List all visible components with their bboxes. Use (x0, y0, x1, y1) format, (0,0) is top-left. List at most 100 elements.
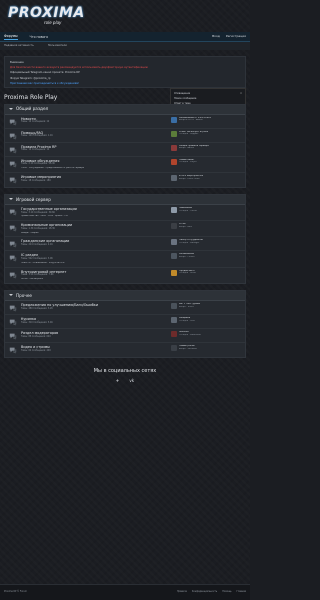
forum-node[interactable]: Игровые мероприятия Темы: 18 Сообщения: 1… (5, 173, 245, 187)
category-header[interactable]: Игровой сервер (5, 194, 245, 205)
category-header[interactable]: Общий раздел (5, 104, 245, 115)
node-last-post[interactable]: Объявление Вчера · Citizen (171, 253, 241, 260)
forum-category: Прочее Предложения по улучшению/Баги/Ошиб… (4, 289, 246, 358)
collapse-icon[interactable] (9, 108, 13, 110)
top-navigation: Форумы Что нового Вход Регистрация (0, 32, 250, 42)
forum-node[interactable]: Новости Темы: 12 Сообщения: 12 Обновление … (5, 115, 245, 129)
last-post-meta: Сегодня · User (179, 319, 195, 322)
node-last-post[interactable]: Общение Сегодня · User (171, 316, 241, 323)
forum-node[interactable]: Криминальные организации Темы: 1.3K Сообщ… (5, 221, 245, 238)
node-last-post[interactable]: Набор сотрудников Сегодня · Manager (171, 239, 241, 246)
footer-link[interactable]: Помощь (222, 590, 231, 594)
last-post-info: Заявление Сегодня · Officer (179, 207, 197, 212)
node-main: Игровые мероприятия Темы: 18 Сообщения: 1… (21, 175, 171, 184)
last-post-info: Отчёт Вчера · Boss (179, 223, 192, 228)
last-post-meta: Сегодня · Support (179, 133, 199, 136)
node-stats: Темы: 1.3K Сообщения: 18.3K (21, 226, 55, 230)
node-subforums[interactable]: Social · Marketplace (21, 278, 171, 281)
node-last-post[interactable]: Отчёт Вчера · Boss (171, 223, 241, 229)
node-last-post[interactable]: Заявление Сегодня · Officer (171, 206, 241, 213)
subnav-recent-activity[interactable]: Недавняя активность (4, 44, 34, 47)
category-header[interactable]: Прочее (5, 290, 245, 301)
node-main: IC раздел Темы: 542 Сообщения: 3.9K Новост… (21, 253, 171, 264)
avatar[interactable] (171, 330, 177, 337)
forum-node[interactable]: Курилка Темы: 310 Сообщения: 5.4K Общение С… (5, 315, 245, 329)
tab-forums[interactable]: Форумы (4, 34, 18, 40)
node-stats: Темы: 3.1K Сообщения: 39.6K (21, 210, 55, 214)
forum-icon (9, 133, 17, 140)
forum-node[interactable]: Внутриигровой интернет Темы: 1.1K Сообщен… (5, 268, 245, 283)
forum-node[interactable]: Раздел модераторов Темы: 88 Сообщения: 64… (5, 329, 245, 343)
avatar[interactable] (171, 253, 177, 260)
notice-security-line: Для безопасности вашего аккаунта рекомен… (10, 66, 148, 70)
node-stats: Темы: 1.1K Сообщения: 7.6K (21, 273, 54, 277)
forum-node[interactable]: Гражданские организации Темы: 214 Сообщен… (5, 237, 245, 252)
forum-node[interactable]: Помощь/FAQ Темы: 120 Сообщения: 1.1K Ответ… (5, 129, 245, 143)
node-last-post[interactable]: Новый ролик Вчера · Streamer (171, 344, 241, 351)
forum-icon (9, 119, 17, 126)
avatar[interactable] (171, 344, 177, 351)
avatar[interactable] (171, 144, 177, 151)
node-stats: Темы: 12 Сообщения: 12 (21, 120, 50, 124)
node-last-post[interactable]: Продам авто Сегодня · Seller (171, 269, 241, 276)
node-last-post[interactable]: Баг с текстурами Вчера · Tester (171, 302, 241, 309)
avatar[interactable] (171, 206, 177, 213)
forum-icon (9, 241, 17, 248)
last-post-meta: Вчера · Admin (179, 147, 195, 150)
avatar[interactable] (171, 269, 177, 276)
header-logo-area: PROXIMA role play (0, 0, 250, 32)
notice-telegram-line[interactable]: Официальный Telegram-канал проекта: Prox… (10, 71, 240, 74)
social-icons: ✈ vk (4, 378, 246, 383)
category-title: Игровой сервер (16, 196, 51, 202)
avatar[interactable] (171, 223, 177, 229)
site-logo-sub: role play (44, 20, 62, 25)
avatar[interactable] (171, 239, 177, 246)
node-subforums[interactable]: Новости · Объявления · Форум штата (21, 262, 171, 265)
footer-link[interactable]: Главная (237, 590, 246, 594)
forum-node[interactable]: Видео и стримы Темы: 64 Сообщения: 400 Нов… (5, 343, 245, 357)
avatar[interactable] (171, 130, 177, 137)
login-link[interactable]: Вход (212, 34, 220, 39)
node-main: Курилка Темы: 310 Сообщения: 5.4K (21, 317, 171, 326)
forum-icon (9, 319, 17, 326)
forum-node[interactable]: Правила Proxima RP Темы: 14 Сообщения: 14… (5, 143, 245, 157)
node-last-post[interactable]: Ответ на вопрос игрока Сегодня · Support (171, 130, 241, 137)
forum-node[interactable]: Предложения по улучшению/Баги/Ошибки Темы… (5, 301, 245, 315)
node-last-post[interactable]: Новый ивент Сегодня · Player (171, 158, 241, 165)
node-main: Правила Proxima RP Темы: 14 Сообщения: 14 (21, 145, 171, 154)
footer-link[interactable]: Конфиденциальность (192, 590, 217, 594)
node-last-post[interactable]: Общие правила сервера Вчера · Admin (171, 144, 241, 151)
node-subforums[interactable]: Правительство · LSPD · EMS · Армия · FIB (21, 215, 171, 218)
node-subforums[interactable]: Банды · Мафии (21, 232, 171, 235)
forum-icon (9, 177, 17, 184)
avatar[interactable] (171, 316, 177, 323)
vk-icon[interactable]: vk (129, 378, 134, 383)
avatar[interactable] (171, 174, 177, 181)
avatar[interactable] (171, 302, 177, 309)
register-link[interactable]: Регистрация (226, 34, 246, 39)
telegram-icon[interactable]: ✈ (116, 378, 119, 383)
forum-node[interactable]: IC раздел Темы: 542 Сообщения: 3.9K Новост… (5, 251, 245, 268)
footer-link[interactable]: Правила (177, 590, 187, 594)
forum-icon (9, 225, 17, 232)
forum-node[interactable]: Игровые обсуждения Темы: 2.1K Сообщения: … (5, 157, 245, 173)
tab-whats-new[interactable]: Что нового (30, 35, 49, 39)
node-subforums[interactable]: Flood · Обсуждения · Предложения по рабо… (21, 167, 171, 170)
node-last-post[interactable]: Жалоба Сегодня · Moderator (171, 330, 241, 337)
notice-telegram-forum-line[interactable]: Форум Telegram: @proxima_rp (10, 77, 240, 80)
last-post-meta: Сегодня · Officer (179, 209, 198, 212)
forum-icon (9, 255, 17, 262)
subnav-members[interactable]: Пользователи (48, 44, 67, 47)
avatar[interactable] (171, 158, 177, 165)
node-last-post[interactable]: Итоги мероприятия Вчера · Event Team (171, 174, 241, 181)
last-post-info: Обновление от 29.03.2025 Вчера в 20:11 · … (179, 117, 211, 122)
forum-node[interactable]: Государственные организации Темы: 3.1K Со… (5, 205, 245, 221)
auth-links: Вход Регистрация (212, 34, 246, 39)
last-post-info: Ответ на вопрос игрока Сегодня · Support (179, 131, 208, 136)
collapse-icon[interactable] (9, 198, 13, 201)
collapse-icon[interactable] (9, 294, 13, 297)
node-main: Гражданские организации Темы: 214 Сообщен… (21, 239, 171, 248)
avatar[interactable] (171, 116, 177, 123)
forum-icon (9, 272, 17, 279)
node-last-post[interactable]: Обновление от 29.03.2025 Вчера в 20:11 · … (171, 116, 241, 123)
